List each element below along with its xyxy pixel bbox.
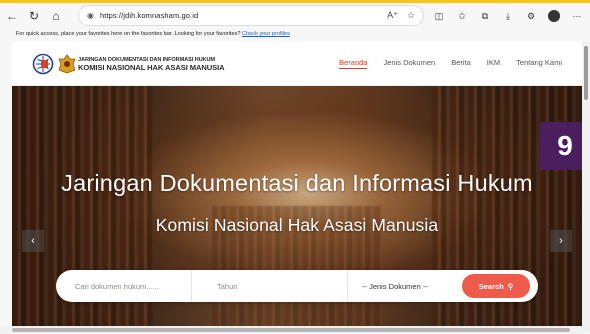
year-field: [192, 270, 348, 302]
main-nav: Beranda Jenis Dokumen Berita IKM Tentang…: [339, 58, 562, 69]
address-url: https://jdih.komnasham.go.id: [99, 11, 199, 20]
nav-ikm[interactable]: IKM: [487, 58, 500, 69]
extensions-icon[interactable]: ⚙: [524, 6, 538, 26]
address-actions: A⁺ ☆: [387, 10, 415, 21]
document-type-value: -- Jenis Dokumen --: [362, 281, 428, 291]
vertical-scroll-thumb[interactable]: [584, 46, 588, 100]
downloads-icon[interactable]: ⤓: [501, 6, 515, 26]
komnasham-emblem-icon[interactable]: [56, 53, 78, 75]
collections-icon[interactable]: ⧉: [478, 6, 492, 26]
split-screen-icon[interactable]: ◫: [432, 6, 446, 26]
profile-avatar-icon[interactable]: [547, 6, 561, 26]
hero-subtitle: Komisi Nasional Hak Asasi Manusia: [155, 215, 439, 235]
brand-line-2: KOMISI NASIONAL HAK ASASI MANUSIA: [78, 63, 225, 72]
search-button[interactable]: Search ⚲: [462, 274, 530, 298]
nav-tentang-kami[interactable]: Tentang Kami: [516, 58, 562, 69]
more-icon[interactable]: ⋯: [570, 6, 584, 26]
back-icon[interactable]: ←: [2, 6, 22, 26]
favorites-icon[interactable]: ✩: [455, 6, 469, 26]
carousel-prev-icon[interactable]: ‹: [22, 230, 44, 252]
toolbar-icons: ◫ ✩ ⧉ ⤓ ⚙ ⋯: [432, 6, 590, 26]
site-header: JARINGAN DOKUMENTASI DAN INFORMASI HUKUM…: [12, 42, 582, 86]
browser-window: ← ↻ ⌂ ◉ https://jdih.komnasham.go.id A⁺ …: [0, 0, 590, 334]
document-type-select[interactable]: -- Jenis Dokumen --: [348, 270, 448, 302]
nav-beranda[interactable]: Beranda: [339, 58, 368, 69]
browser-toolbar: ← ↻ ⌂ ◉ https://jdih.komnasham.go.id A⁺ …: [0, 3, 590, 29]
search-icon: ⚲: [507, 281, 514, 291]
nav-berita[interactable]: Berita: [451, 58, 471, 69]
search-button-label: Search: [478, 281, 504, 291]
nav-jenis-dokumen[interactable]: Jenis Dokumen: [383, 58, 435, 69]
read-aloud-icon[interactable]: A⁺: [387, 10, 398, 21]
year-input[interactable]: [217, 281, 347, 291]
check-profiles-link[interactable]: Check your profiles: [242, 31, 290, 37]
carousel-next-icon[interactable]: ›: [550, 230, 572, 252]
favorite-star-icon[interactable]: ☆: [407, 10, 415, 21]
address-bar[interactable]: ◉ https://jdih.komnasham.go.id A⁺ ☆: [78, 5, 424, 26]
search-form: -- Jenis Dokumen -- Search ⚲: [56, 270, 538, 302]
document-search-field: [56, 270, 192, 302]
favorites-message: For quick access, place your favorites h…: [16, 31, 241, 37]
hero-title: Jaringan Dokumentasi dan Informasi Hukum: [61, 170, 533, 196]
jdih-logo-icon[interactable]: [32, 53, 54, 75]
home-icon[interactable]: ⌂: [46, 6, 66, 26]
horizontal-scroll-thumb[interactable]: [12, 328, 570, 332]
favorites-bar: For quick access, place your favorites h…: [0, 29, 590, 40]
refresh-icon[interactable]: ↻: [24, 6, 44, 26]
lock-icon[interactable]: ◉: [87, 11, 94, 20]
document-search-input[interactable]: [75, 281, 191, 291]
site-brand[interactable]: JARINGAN DOKUMENTASI DAN INFORMASI HUKUM…: [78, 56, 225, 72]
